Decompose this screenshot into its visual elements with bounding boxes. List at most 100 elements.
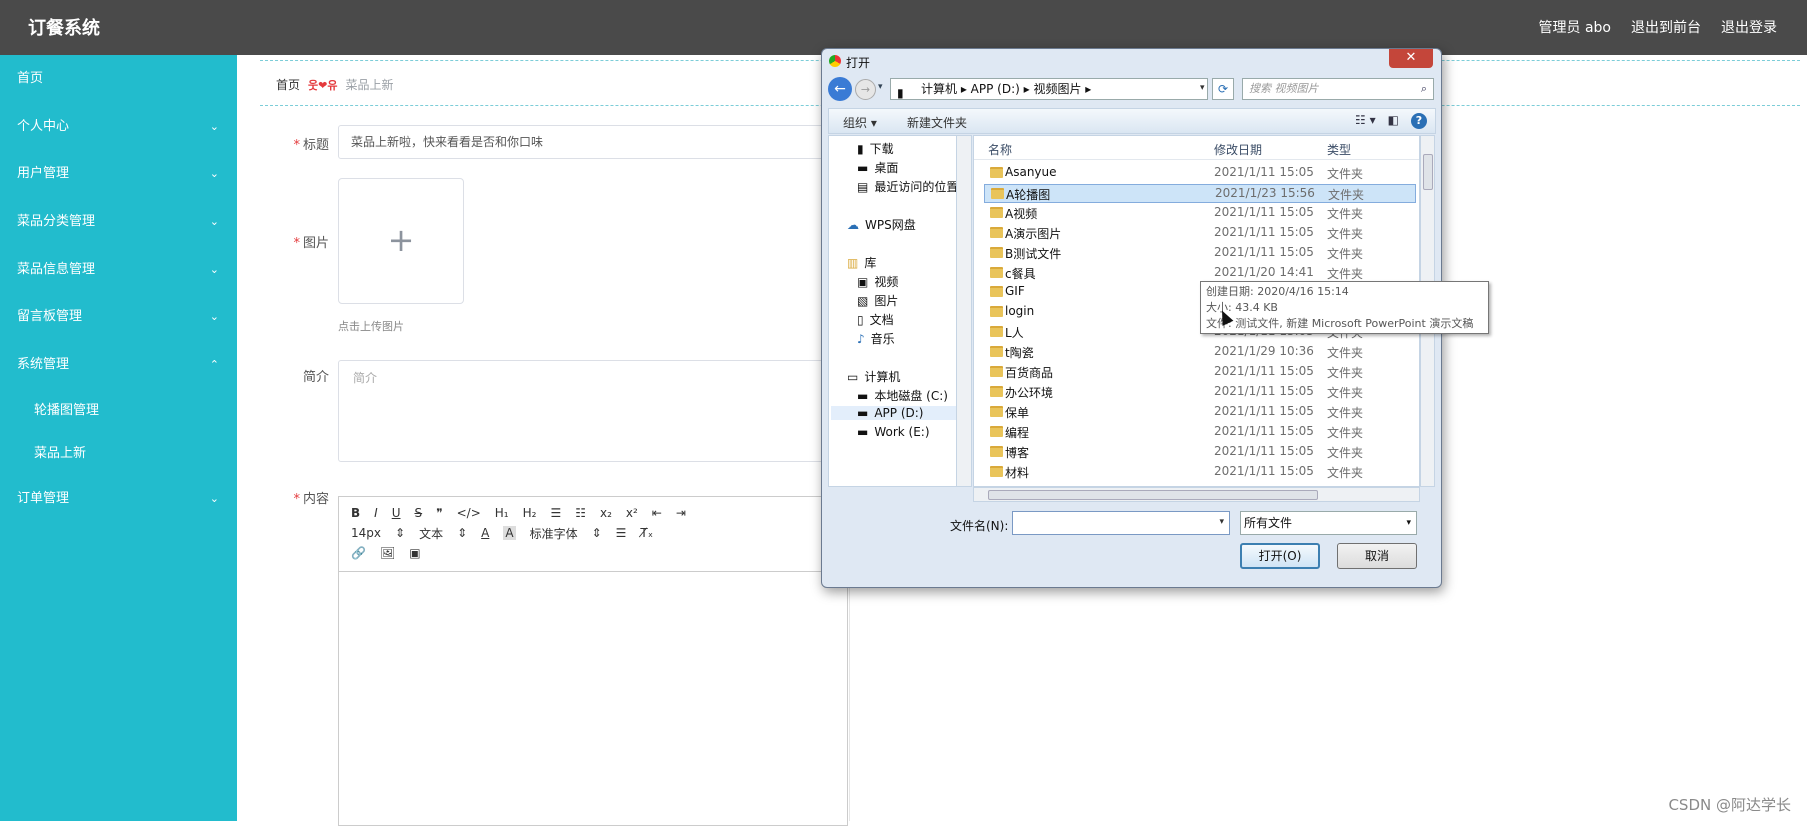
desktop-icon: ▬ <box>857 161 868 175</box>
column-name[interactable]: 名称 <box>988 141 1012 158</box>
sidebar-item-system-management[interactable]: 系统管理⌃ <box>0 341 237 389</box>
video-icon[interactable]: ▣ <box>409 546 420 560</box>
nav-item-drive-e[interactable]: ▬Work (E:) <box>857 425 930 439</box>
nav-item-videos[interactable]: ▣视频 <box>857 273 898 290</box>
intro-textarea[interactable]: 简介 <box>338 360 848 462</box>
align-icon[interactable]: ☰ <box>616 526 627 540</box>
nav-item-pictures[interactable]: ▧图片 <box>857 292 898 309</box>
superscript-button[interactable]: x² <box>626 506 638 520</box>
nav-item-wps-cloud[interactable]: ☁WPS网盘 <box>847 216 916 233</box>
subscript-button[interactable]: x₂ <box>600 506 612 520</box>
text-style-select[interactable]: 文本 <box>419 525 443 542</box>
file-row[interactable]: A轮播图2021/1/23 15:56文件夹 <box>984 184 1416 203</box>
logout-link[interactable]: 退出登录 <box>1721 17 1777 37</box>
view-options-icon[interactable]: ☷ ▾ <box>1355 113 1376 129</box>
admin-user-link[interactable]: 管理员 abo <box>1539 17 1611 37</box>
filename-input[interactable]: ▾ <box>1012 511 1230 535</box>
open-button[interactable]: 打开(O) <box>1240 543 1320 569</box>
file-row[interactable]: 百货商品2021/1/11 15:05文件夹 <box>984 363 1416 382</box>
outdent-button[interactable]: ⇤ <box>652 506 662 520</box>
nav-item-downloads[interactable]: ▮下载 <box>857 140 894 157</box>
preview-pane-icon[interactable]: ◧ <box>1388 113 1399 129</box>
link-icon[interactable]: 🔗 <box>351 546 366 560</box>
file-row[interactable]: 材料2021/1/11 15:05文件夹 <box>984 463 1416 482</box>
chevron-up-icon: ⌃ <box>210 341 219 389</box>
image-icon[interactable]: 🖼 <box>380 546 395 560</box>
file-row[interactable]: 编程2021/1/11 15:05文件夹 <box>984 423 1416 442</box>
breadcrumb-separator: 웃❤유 <box>308 77 337 93</box>
search-input[interactable]: 搜索 视频图片 ⌕ <box>1242 78 1434 100</box>
background-color-icon[interactable]: A <box>503 526 515 540</box>
nav-item-music[interactable]: ♪音乐 <box>857 330 895 347</box>
organize-button[interactable]: 组织 ▾ <box>843 114 877 131</box>
quote-button[interactable]: ❞ <box>436 506 442 520</box>
code-button[interactable]: </> <box>457 506 481 520</box>
file-row[interactable]: t陶瓷2021/1/29 10:36文件夹 <box>984 343 1416 362</box>
sidebar-item-dish-category[interactable]: 菜品分类管理⌄ <box>0 198 237 246</box>
ordered-list-button[interactable]: ☰ <box>550 506 561 520</box>
new-folder-button[interactable]: 新建文件夹 <box>907 114 967 131</box>
breadcrumb-home[interactable]: 首页 <box>276 76 300 93</box>
rich-text-editor[interactable]: B I U S ❞ </> H₁ H₂ ☰ ☷ x₂ x² ⇤ ⇥ 14px ⇕… <box>338 496 848 826</box>
scroll-thumb[interactable] <box>988 490 1318 500</box>
heading2-button[interactable]: H₂ <box>523 506 537 520</box>
nav-item-computer[interactable]: ▭计算机 <box>847 368 900 385</box>
file-row[interactable]: Asanyue2021/1/11 15:05文件夹 <box>984 164 1416 183</box>
nav-item-libraries[interactable]: ▥库 <box>847 254 876 271</box>
recent-locations-dropdown-icon[interactable]: ▾ <box>878 82 883 92</box>
cloud-icon: ☁ <box>847 218 859 232</box>
library-icon: ▥ <box>847 256 858 270</box>
refresh-icon[interactable]: ⟳ <box>1212 78 1234 100</box>
scroll-thumb[interactable] <box>1423 154 1433 190</box>
bullet-list-button[interactable]: ☷ <box>575 506 586 520</box>
clear-format-icon[interactable]: T̸ₓ <box>640 526 653 540</box>
forward-arrow-icon[interactable]: → <box>855 79 876 100</box>
sidebar-subitem-new-dishes[interactable]: 菜品上新 <box>0 432 237 475</box>
sidebar-item-dish-info[interactable]: 菜品信息管理⌄ <box>0 246 237 294</box>
font-size-select[interactable]: 14px <box>351 526 381 540</box>
column-type[interactable]: 类型 <box>1327 141 1351 158</box>
heading1-button[interactable]: H₁ <box>495 506 509 520</box>
sidebar-item-personal-center[interactable]: 个人中心⌄ <box>0 103 237 151</box>
nav-item-drive-c[interactable]: ▬本地磁盘 (C:) <box>857 387 948 404</box>
sidebar-item-message-board[interactable]: 留言板管理⌄ <box>0 293 237 341</box>
help-icon[interactable]: ? <box>1411 113 1427 129</box>
sidebar-subitem-carousel[interactable]: 轮播图管理 <box>0 389 237 432</box>
upload-tip: 点击上传图片 <box>338 318 404 334</box>
file-row[interactable]: 博客2021/1/11 15:05文件夹 <box>984 443 1416 462</box>
italic-button[interactable]: I <box>374 506 378 520</box>
file-row[interactable]: c餐具2021/1/20 14:41文件夹 <box>984 264 1416 283</box>
chevron-down-icon: ⌄ <box>210 293 219 341</box>
back-arrow-icon[interactable]: ← <box>828 77 852 101</box>
sidebar-item-home[interactable]: 首页 <box>0 55 237 103</box>
image-upload-button[interactable]: + <box>338 178 464 304</box>
chevron-down-icon[interactable]: ▾ <box>1219 517 1224 527</box>
font-family-select[interactable]: 标准字体 <box>530 525 578 542</box>
file-row[interactable]: 保单2021/1/11 15:05文件夹 <box>984 403 1416 422</box>
font-color-icon[interactable]: A <box>481 526 489 540</box>
nav-item-documents[interactable]: ▯文档 <box>857 311 894 328</box>
file-row[interactable]: A演示图片2021/1/11 15:05文件夹 <box>984 224 1416 243</box>
file-row[interactable]: 办公环境2021/1/11 15:05文件夹 <box>984 383 1416 402</box>
file-row[interactable]: B测试文件2021/1/11 15:05文件夹 <box>984 244 1416 263</box>
back-to-frontend-link[interactable]: 退出到前台 <box>1631 17 1701 37</box>
file-list-hscrollbar[interactable] <box>973 487 1420 502</box>
nav-pane-scrollbar[interactable] <box>956 135 972 487</box>
address-dropdown-icon[interactable]: ▾ <box>1200 83 1205 93</box>
filetype-select[interactable]: 所有文件 ▾ <box>1240 511 1417 535</box>
sidebar-item-order-management[interactable]: 订单管理⌄ <box>0 475 237 523</box>
strike-button[interactable]: S <box>415 506 423 520</box>
nav-item-recent-places[interactable]: ▤最近访问的位置 <box>857 178 958 195</box>
bold-button[interactable]: B <box>351 506 360 520</box>
nav-item-drive-d[interactable]: ▬APP (D:) <box>831 406 961 420</box>
underline-button[interactable]: U <box>392 506 401 520</box>
indent-button[interactable]: ⇥ <box>676 506 686 520</box>
dialog-close-button[interactable]: ✕ <box>1389 49 1433 68</box>
address-bar[interactable]: ▮ 计算机 ▸ APP (D:) ▸ 视频图片 ▸ <box>890 78 1208 100</box>
column-date[interactable]: 修改日期 <box>1214 141 1262 158</box>
cancel-button[interactable]: 取消 <box>1337 543 1417 569</box>
file-row[interactable]: A视频2021/1/11 15:05文件夹 <box>984 204 1416 223</box>
title-input[interactable]: 菜品上新啦，快来看看是否和你口味 <box>338 125 848 159</box>
nav-item-desktop[interactable]: ▬桌面 <box>857 159 898 176</box>
sidebar-item-user-management[interactable]: 用户管理⌄ <box>0 150 237 198</box>
